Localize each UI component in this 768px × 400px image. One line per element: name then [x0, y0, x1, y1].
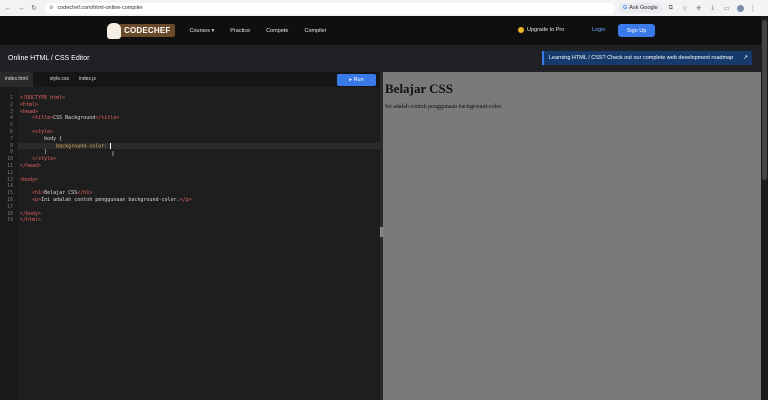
nav-compiler[interactable]: Compiler: [304, 28, 326, 34]
code-line[interactable]: <!DOCTYPE html>: [20, 95, 65, 101]
reload-icon[interactable]: ↻: [29, 4, 39, 12]
tab-index-js[interactable]: index.js: [74, 72, 101, 87]
code-line[interactable]: <title>CSS Background</title>: [20, 115, 119, 121]
line-number: 3: [9, 108, 13, 115]
nav-compete[interactable]: Compete: [266, 28, 288, 34]
extensions-icon[interactable]: ✣: [694, 5, 704, 12]
code-line[interactable]: </html>: [20, 217, 41, 223]
roadmap-banner[interactable]: Learning HTML / CSS? Check out our compl…: [542, 51, 752, 65]
back-icon[interactable]: ←: [3, 5, 13, 12]
line-number: 13: [6, 176, 13, 183]
line-number: 16: [6, 197, 13, 203]
chef-hat-icon: [107, 22, 121, 39]
tab-index-html[interactable]: index.html: [0, 72, 33, 87]
code-line[interactable]: </body>: [20, 211, 41, 217]
code-line[interactable]: <style>: [20, 129, 53, 135]
code-line[interactable]: <body>: [20, 177, 38, 183]
forward-icon[interactable]: →: [16, 5, 26, 12]
site-info-icon[interactable]: ⚙: [49, 5, 53, 11]
page-title: Online HTML / CSS Editor: [8, 55, 90, 62]
output-preview: [383, 72, 761, 400]
code-line[interactable]: <head>: [20, 109, 38, 115]
code-line[interactable]: }: [20, 149, 47, 155]
nav-practice[interactable]: Practice: [230, 28, 250, 34]
line-number: 8: [9, 142, 13, 149]
url-text: codechef.com/html-online-compiler: [57, 5, 143, 11]
upgrade-to-pro-link[interactable]: Upgrade to Pro: [518, 27, 564, 33]
google-icon: G: [623, 5, 628, 11]
line-number: 7: [9, 135, 13, 142]
main-nav: Courses ▾ Practice Compete Compiler: [190, 28, 343, 34]
mouse-ibeam-cursor: I: [112, 151, 114, 158]
logo-text: CODECHEF: [119, 24, 175, 37]
profile-avatar[interactable]: [736, 4, 744, 12]
address-bar[interactable]: ⚙ codechef.com/html-online-compiler: [45, 2, 615, 14]
line-number: 1: [9, 95, 13, 101]
bookmark-star-icon[interactable]: ☆: [680, 5, 690, 12]
run-button[interactable]: ▸ Run: [337, 74, 376, 86]
line-number: 11: [6, 163, 13, 169]
line-number: 6: [9, 129, 13, 135]
download-icon[interactable]: ⤓: [708, 5, 718, 12]
upgrade-label: Upgrade to Pro: [527, 27, 565, 33]
line-number: 2: [9, 101, 13, 108]
translate-icon[interactable]: ⧉: [666, 5, 676, 12]
banner-text: Learning HTML / CSS? Check out our compl…: [549, 55, 734, 61]
code-line[interactable]: <html>: [20, 102, 38, 108]
line-number: 18: [6, 210, 13, 217]
preview-paragraph: Ini adalah contoh penggunaan background-…: [385, 104, 503, 110]
sidepanel-icon[interactable]: ▭: [722, 5, 732, 12]
line-number: 15: [6, 190, 13, 197]
code-line[interactable]: <p>Ini adalah contoh penggunaan backgrou…: [20, 197, 192, 203]
nav-courses[interactable]: Courses ▾: [190, 28, 215, 34]
ask-google-button[interactable]: G Ask Google: [619, 3, 662, 13]
browser-toolbar: ← → ↻ ⚙ codechef.com/html-online-compile…: [0, 0, 768, 16]
line-number: 4: [9, 115, 13, 122]
code-line[interactable]: </style>: [20, 156, 56, 162]
menu-dots-icon[interactable]: ⋮: [748, 5, 758, 12]
line-number: 19: [6, 217, 13, 224]
login-link[interactable]: Login: [592, 27, 605, 33]
code-editor[interactable]: 1 <!DOCTYPE html> 2 <html> 3 <head> 4 <title>C…: [0, 87, 380, 400]
pro-coin-icon: [518, 27, 524, 33]
line-number: 17: [6, 203, 13, 210]
codechef-logo[interactable]: CODECHEF: [107, 22, 175, 39]
line-number: 14: [6, 183, 13, 190]
ask-google-label: Ask Google: [629, 5, 658, 11]
line-number: 12: [6, 169, 13, 176]
scrollbar-thumb[interactable]: [762, 20, 767, 180]
line-number: 5: [9, 122, 13, 129]
line-number: 10: [6, 156, 13, 163]
file-tabs: index.html style.css index.js: [0, 72, 380, 87]
line-number: 9: [9, 149, 13, 156]
code-line[interactable]: <h1>Belajar CSS</h1>: [20, 190, 92, 196]
code-line[interactable]: body {: [20, 136, 62, 142]
signup-button[interactable]: Sign Up: [618, 24, 655, 37]
code-line[interactable]: </head>: [20, 163, 41, 169]
tab-style-css[interactable]: style.css: [45, 72, 74, 87]
preview-heading: Belajar CSS: [385, 81, 454, 96]
code-line[interactable]: background-color:: [20, 142, 112, 149]
external-link-icon: ↗: [742, 55, 748, 61]
